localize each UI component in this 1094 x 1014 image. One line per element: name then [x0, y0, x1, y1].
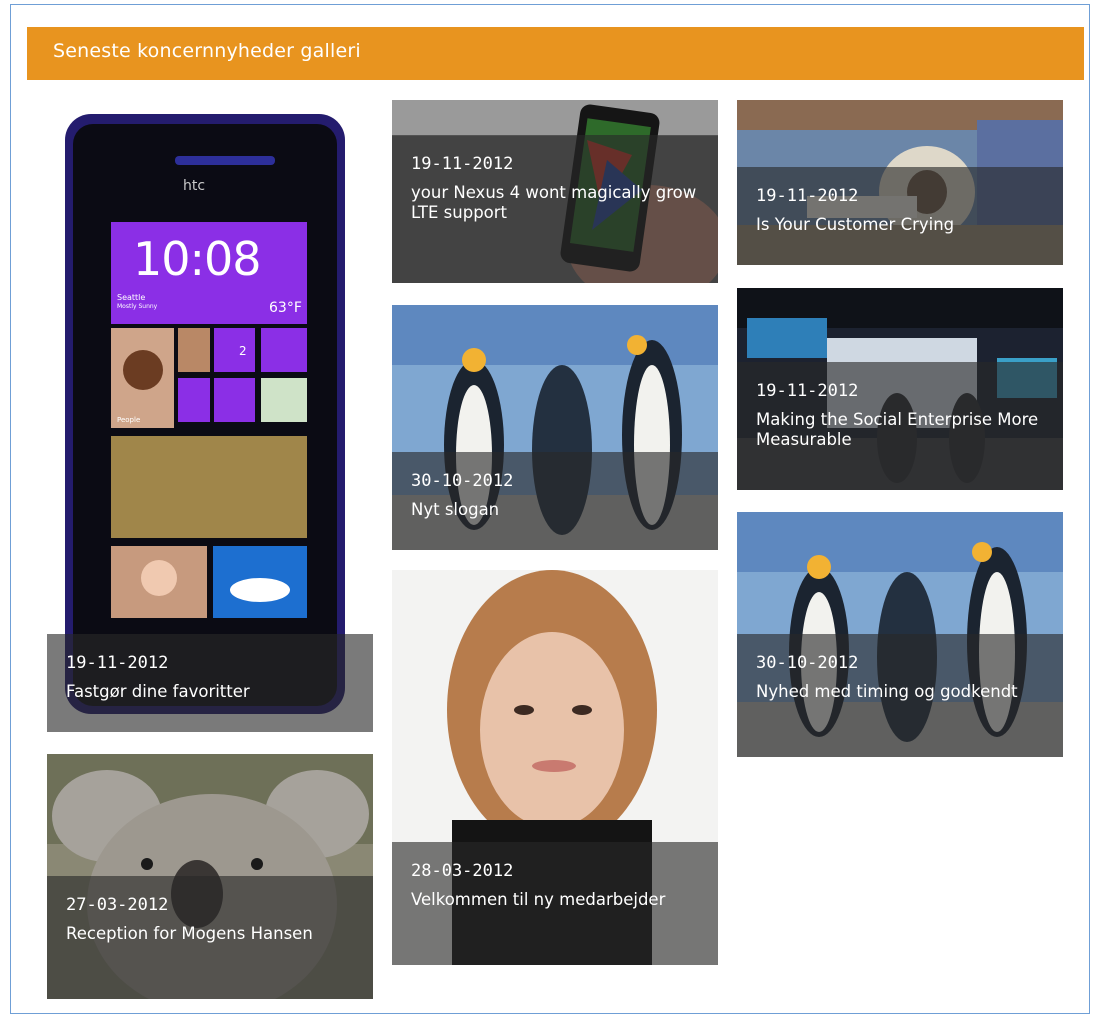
tile-date: 28-03-2012	[411, 861, 514, 881]
tile-date: 19-11-2012	[756, 186, 859, 206]
tile-caption: 19-11-2012 Making the Social Enterprise …	[737, 362, 1063, 490]
gallery-tile-reception[interactable]: 27-03-2012 Reception for Mogens Hansen	[47, 754, 373, 999]
tile-date: 19-11-2012	[756, 381, 859, 401]
phone-people-label: People	[117, 416, 141, 424]
tile-title: Velkommen til ny medarbejder	[411, 890, 666, 909]
tile-title: Reception for Mogens Hansen	[66, 924, 313, 943]
gallery-header: Seneste koncernnyheder galleri	[27, 27, 1084, 80]
tile-date: 30-10-2012	[411, 471, 514, 491]
gallery-tile-nyhed-timing[interactable]: 30-10-2012 Nyhed med timing og godkendt	[737, 512, 1063, 757]
tile-date: 19-11-2012	[66, 653, 169, 673]
tile-caption: 30-10-2012 Nyhed med timing og godkendt	[737, 634, 1063, 757]
phone-temp: 63°F	[269, 300, 302, 316]
tile-caption: 19-11-2012 your Nexus 4 wont magically g…	[392, 135, 718, 283]
tile-title: Nyt slogan	[411, 500, 500, 519]
gallery-tile-social-enterprise[interactable]: 19-11-2012 Making the Social Enterprise …	[737, 288, 1063, 490]
tile-title: Fastgør dine favoritter	[66, 682, 250, 701]
gallery-tile-velkommen[interactable]: 28-03-2012 Velkommen til ny medarbejder	[392, 570, 718, 965]
phone-brand: htc	[183, 178, 206, 194]
tile-caption: 19-11-2012 Is Your Customer Crying	[737, 167, 1063, 265]
phone-weather: Mostly Sunny	[117, 303, 158, 310]
tile-title: Is Your Customer Crying	[756, 215, 955, 234]
tile-caption: 19-11-2012 Fastgør dine favoritter	[47, 634, 373, 732]
tile-caption: 30-10-2012 Nyt slogan	[392, 452, 718, 550]
tile-title: Nyhed med timing og godkendt	[756, 682, 1018, 701]
phone-time: 10:08	[133, 232, 262, 286]
tile-caption: 27-03-2012 Reception for Mogens Hansen	[47, 876, 373, 999]
tile-date: 30-10-2012	[756, 653, 859, 673]
phone-city: Seattle	[117, 293, 146, 302]
tile-title: Making the Social Enterprise More Measur…	[756, 410, 1039, 449]
tile-date: 19-11-2012	[411, 154, 514, 174]
gallery-tile-nexus[interactable]: 19-11-2012 your Nexus 4 wont magically g…	[392, 100, 718, 283]
gallery-tile-nyt-slogan[interactable]: 30-10-2012 Nyt slogan	[392, 305, 718, 550]
gallery-title: Seneste koncernnyheder galleri	[53, 40, 361, 62]
tile-date: 27-03-2012	[66, 895, 169, 915]
gallery-tile-fastgor[interactable]: htc 10:08 Seattle Mostly Sunny 63°F 2 Pe…	[47, 100, 373, 732]
phone-msg-count: 2	[239, 344, 247, 358]
gallery-tile-customer-crying[interactable]: 19-11-2012 Is Your Customer Crying	[737, 100, 1063, 265]
tile-title: your Nexus 4 wont magically grow LTE sup…	[411, 183, 697, 222]
tile-caption: 28-03-2012 Velkommen til ny medarbejder	[392, 842, 718, 965]
